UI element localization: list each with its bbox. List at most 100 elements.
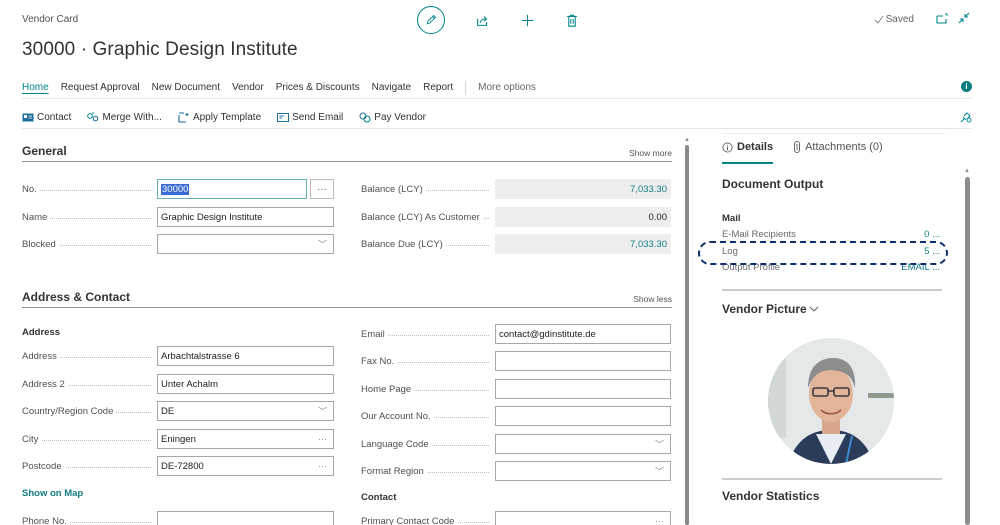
phone-label: Phone No. [22, 515, 157, 525]
menu-request-approval[interactable]: Request Approval [61, 82, 140, 93]
edit-button[interactable] [417, 6, 445, 34]
document-output-title[interactable]: Document Output [722, 177, 823, 191]
ellipsis-icon[interactable]: ··· [318, 461, 327, 471]
chevron-down-icon [809, 306, 819, 312]
merge-with-action[interactable]: Merge With... [87, 112, 162, 123]
no-input[interactable]: 30000 [157, 179, 307, 199]
balance-due-field: Balance Due (LCY) 7,033.30 [361, 234, 671, 254]
blocked-select[interactable]: ﹀ [157, 234, 334, 254]
check-icon [874, 15, 884, 24]
collapse-button[interactable] [958, 12, 970, 27]
factbox-scrollbar[interactable] [965, 177, 970, 525]
show-more-link[interactable]: Show more [629, 148, 672, 158]
share-button[interactable] [474, 12, 490, 28]
primary-contact-label: Primary Contact Code [361, 515, 495, 525]
contact-label: Contact [37, 112, 72, 123]
email-label: Email [361, 328, 495, 340]
menu-navigate[interactable]: Navigate [372, 82, 411, 93]
homepage-input[interactable] [495, 379, 671, 399]
city-input[interactable]: Eningen ··· [157, 429, 334, 449]
show-less-link[interactable]: Show less [633, 294, 672, 304]
factbox-scroll-up-arrow[interactable]: ▲ [964, 168, 970, 174]
chevron-down-icon: ﹀ [317, 406, 327, 417]
ellipsis-icon[interactable]: ··· [655, 516, 664, 525]
name-label: Name [22, 211, 157, 223]
ellipsis-icon[interactable]: ··· [318, 434, 327, 444]
name-input[interactable]: Graphic Design Institute [157, 207, 334, 227]
focus-indicator [698, 241, 948, 265]
menu-home[interactable]: Home [22, 82, 49, 93]
format-region-field: Format Region ﹀ [361, 461, 671, 481]
blocked-field: Blocked ﹀ [22, 234, 334, 254]
postcode-input[interactable]: DE-72800 ··· [157, 456, 334, 476]
saved-status: Saved [874, 14, 914, 25]
person-photo [768, 338, 894, 464]
pay-vendor-action[interactable]: Pay Vendor [359, 112, 426, 123]
menu-new-document[interactable]: New Document [152, 82, 220, 93]
general-title[interactable]: General [22, 144, 67, 158]
city-label: City [22, 433, 157, 445]
no-lookup-button[interactable]: ··· [310, 179, 334, 199]
vendor-statistics-title[interactable]: Vendor Statistics [722, 489, 819, 503]
share-icon [476, 15, 487, 26]
saved-label: Saved [885, 14, 914, 25]
address-group-title: Address [22, 327, 61, 338]
email-field: Email contact@gdinstitute.de [361, 324, 671, 344]
address2-label: Address 2 [22, 378, 157, 390]
contact-card-icon [22, 112, 34, 123]
email-recipients-value[interactable]: 0 ... [924, 229, 940, 240]
pay-vendor-label: Pay Vendor [374, 112, 426, 123]
phone-field: Phone No. [22, 511, 334, 525]
format-region-label: Format Region [361, 465, 495, 477]
country-field: Country/Region Code DE ﹀ [22, 401, 334, 421]
show-on-map-link[interactable]: Show on Map [22, 488, 83, 499]
send-email-action[interactable]: Send Email [277, 112, 343, 123]
open-new-window-button[interactable] [936, 13, 948, 27]
country-select[interactable]: DE ﹀ [157, 401, 334, 421]
email-input[interactable]: contact@gdinstitute.de [495, 324, 671, 344]
no-label: No. [22, 183, 157, 195]
tab-attachments[interactable]: Attachments (0) [793, 134, 883, 161]
address2-input[interactable]: Unter Achalm [157, 374, 334, 394]
info-icon[interactable]: i [961, 81, 972, 92]
template-icon [178, 112, 190, 123]
balance-value[interactable]: 7,033.30 [495, 179, 671, 199]
home-actions-bar: Contact Merge With... Apply Template Sen… [22, 107, 972, 129]
vendor-picture-title[interactable]: Vendor Picture [722, 302, 819, 316]
our-account-input[interactable] [495, 406, 671, 426]
address-input[interactable]: Arbachtalstrasse 6 [157, 346, 334, 366]
tab-details[interactable]: Details [722, 134, 774, 164]
open-new-window-icon [936, 13, 948, 24]
unpin-button[interactable] [960, 111, 972, 126]
apply-template-action[interactable]: Apply Template [178, 112, 261, 123]
mail-group-title: Mail [722, 213, 741, 224]
menu-more-options[interactable]: More options [478, 82, 536, 93]
scroll-up-arrow[interactable]: ▲ [684, 137, 690, 143]
language-select[interactable]: ﹀ [495, 434, 671, 454]
main-scrollbar[interactable] [685, 145, 689, 525]
balance-as-customer-label: Balance (LCY) As Customer [361, 211, 495, 223]
menu-prices-discounts[interactable]: Prices & Discounts [276, 82, 360, 93]
menu-report[interactable]: Report [423, 82, 453, 93]
format-region-select[interactable]: ﹀ [495, 461, 671, 481]
general-section-header: General Show more [22, 138, 672, 162]
delete-button[interactable] [564, 12, 580, 28]
primary-contact-input[interactable]: ··· [495, 511, 671, 525]
contact-action[interactable]: Contact [22, 112, 71, 123]
chevron-down-icon: ﹀ [654, 439, 664, 450]
top-action-bar [417, 6, 580, 34]
primary-contact-field: Primary Contact Code ··· [361, 511, 671, 525]
homepage-label: Home Page [361, 383, 495, 395]
merge-icon [87, 112, 99, 123]
address-contact-title[interactable]: Address & Contact [22, 290, 130, 304]
merge-with-label: Merge With... [102, 112, 162, 123]
address2-field: Address 2 Unter Achalm [22, 374, 334, 394]
blocked-label: Blocked [22, 238, 157, 250]
pay-icon [359, 112, 371, 123]
menu-vendor[interactable]: Vendor [232, 82, 264, 93]
phone-input[interactable] [157, 511, 334, 525]
factbox-divider [722, 478, 942, 480]
fax-input[interactable] [495, 351, 671, 371]
balance-due-value[interactable]: 7,033.30 [495, 234, 671, 254]
new-button[interactable] [519, 12, 535, 28]
